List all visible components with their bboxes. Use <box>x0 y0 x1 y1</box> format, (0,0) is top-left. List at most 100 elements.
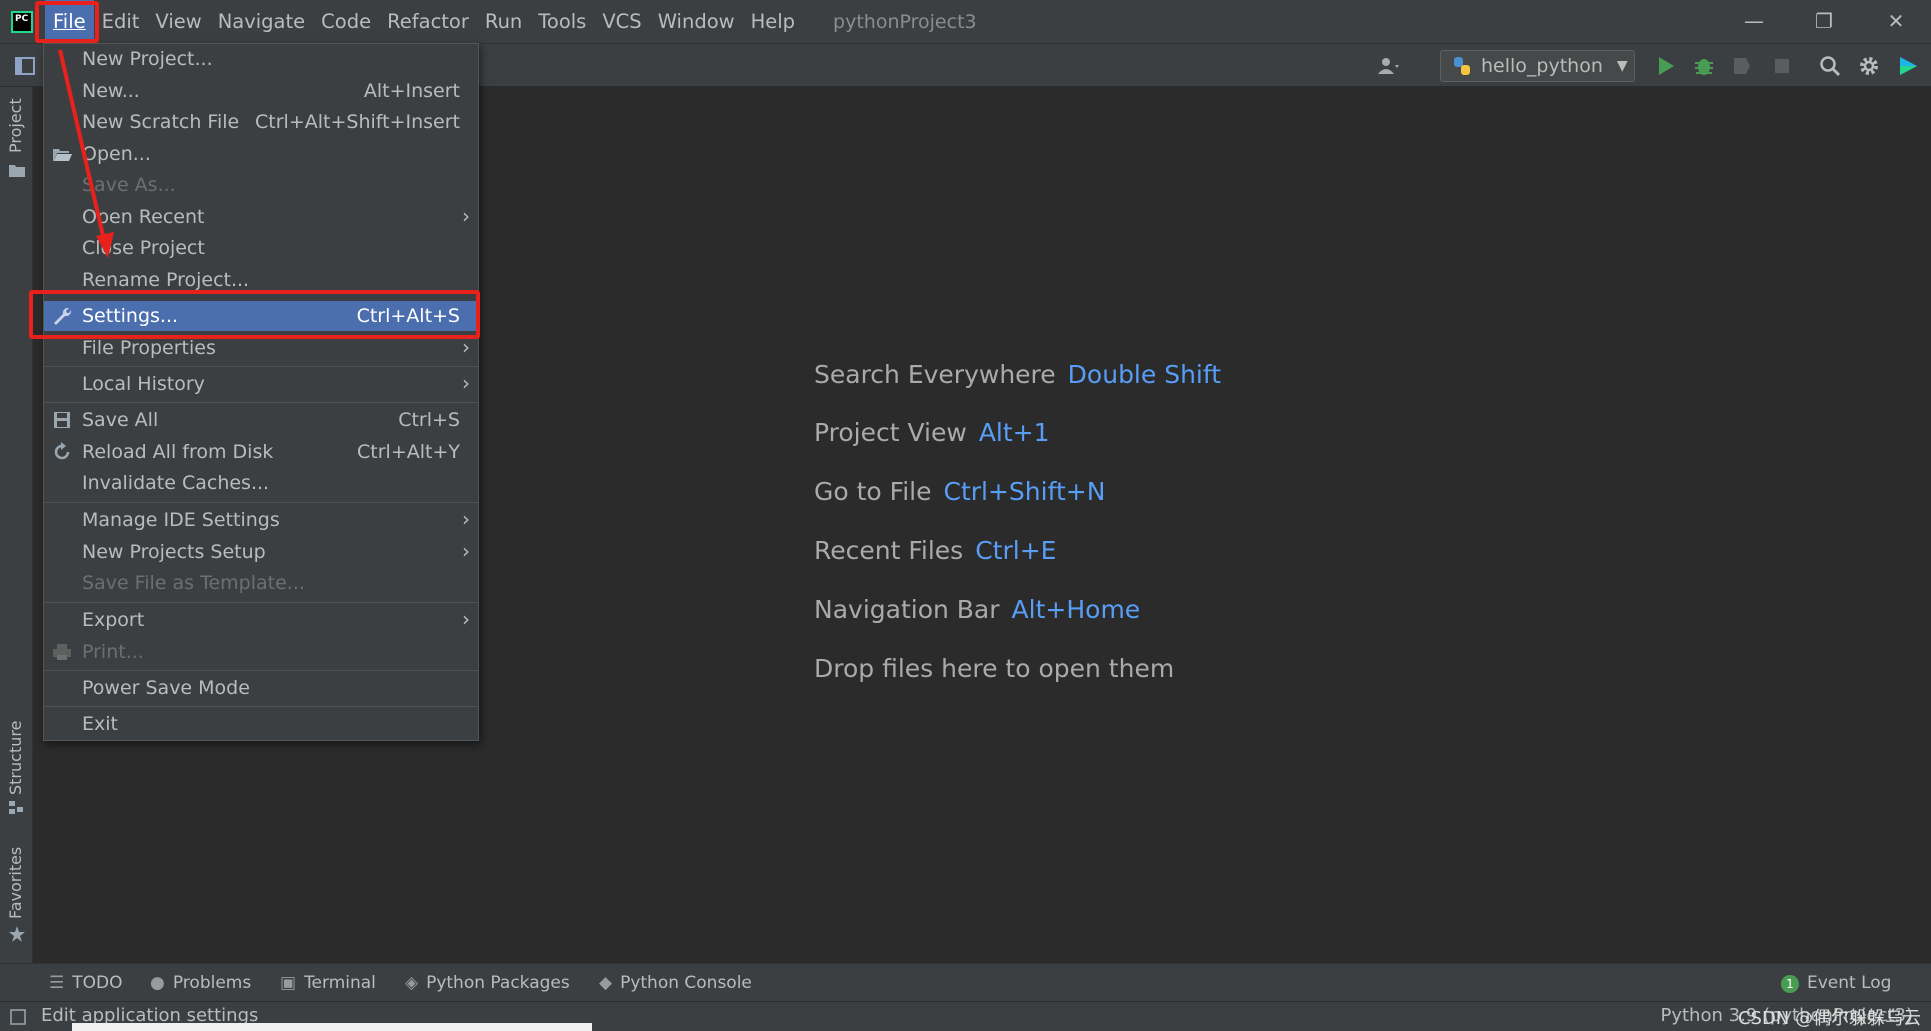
menu-item-label: File Properties <box>82 337 216 359</box>
layers-icon: ◈ <box>405 973 419 993</box>
gear-icon[interactable] <box>1857 54 1881 78</box>
menu-item-label: Power Save Mode <box>82 677 250 699</box>
list-icon: ☰ <box>49 973 65 993</box>
search-icon[interactable] <box>1818 54 1842 78</box>
menu-edit[interactable]: Edit <box>94 0 148 43</box>
menu-item-label: Save File as Template... <box>82 572 305 594</box>
title-bar: PC File Edit View Navigate Code Refactor… <box>0 0 1931 43</box>
menu-item-new[interactable]: New... Alt+Insert <box>44 76 478 106</box>
menu-vcs[interactable]: VCS <box>594 0 649 43</box>
menu-item-shortcut: Ctrl+S <box>398 409 460 431</box>
menu-item-close-project[interactable]: Close Project <box>44 233 478 263</box>
tool-event-log[interactable]: 1 Event Log <box>1781 973 1891 993</box>
menu-item-invalidate-caches[interactable]: Invalidate Caches... <box>44 468 478 498</box>
menu-help[interactable]: Help <box>743 0 803 43</box>
chevron-right-icon: › <box>462 539 470 563</box>
chevron-right-icon: › <box>462 371 470 395</box>
menu-item-local-history[interactable]: Local History › <box>44 369 478 399</box>
tool-label: Python Packages <box>426 973 570 993</box>
hint-shortcut: Alt+1 <box>978 418 1050 447</box>
tool-label: Terminal <box>304 973 376 993</box>
code-with-me-icon[interactable] <box>1896 54 1920 78</box>
user-account-icon[interactable] <box>1376 54 1400 78</box>
menu-item-label: Close Project <box>82 237 205 259</box>
menu-item-shortcut: Ctrl+Alt+Y <box>357 441 460 463</box>
tool-label: Event Log <box>1807 973 1892 993</box>
menu-item-label: Exit <box>82 713 118 735</box>
stop-icon[interactable] <box>1770 54 1794 78</box>
run-configuration-select[interactable]: hello_python ▼ <box>1440 50 1635 82</box>
status-toggle-icon[interactable] <box>10 1009 26 1025</box>
menu-item-exit[interactable]: Exit <box>44 709 478 739</box>
tool-label: Problems <box>172 973 252 993</box>
menu-run[interactable]: Run <box>477 0 530 43</box>
coverage-icon[interactable] <box>1730 54 1754 78</box>
hint-go-to-file: Go to File Ctrl+Shift+N <box>814 477 1105 506</box>
printer-icon <box>53 644 71 660</box>
menu-item-reload-all[interactable]: Reload All from Disk Ctrl+Alt+Y <box>44 437 478 467</box>
hint-label: Search Everywhere <box>814 360 1056 389</box>
menu-separator <box>44 670 478 671</box>
close-button[interactable]: ✕ <box>1866 0 1926 43</box>
tool-todo[interactable]: ☰ TODO <box>49 973 123 993</box>
menu-item-open-recent[interactable]: Open Recent › <box>44 202 478 232</box>
menu-item-label: Local History <box>82 373 205 395</box>
hint-search-everywhere: Search Everywhere Double Shift <box>814 360 1221 389</box>
tool-problems[interactable]: ● Problems <box>150 973 251 993</box>
folder-icon <box>9 165 25 177</box>
menu-item-new-project[interactable]: New Project... <box>44 44 478 74</box>
python-icon <box>1454 57 1470 75</box>
menu-item-label: New Scratch File <box>82 111 240 133</box>
menu-item-label: Reload All from Disk <box>82 441 274 463</box>
menu-code[interactable]: Code <box>313 0 379 43</box>
menu-separator <box>44 706 478 707</box>
restore-button[interactable]: ❐ <box>1794 0 1854 43</box>
menu-tools[interactable]: Tools <box>530 0 594 43</box>
run-icon[interactable] <box>1654 54 1678 78</box>
menu-window[interactable]: Window <box>650 0 743 43</box>
hint-label: Project View <box>814 418 967 447</box>
menu-item-label: New... <box>82 80 140 102</box>
menu-item-manage-ide-settings[interactable]: Manage IDE Settings › <box>44 505 478 535</box>
menu-item-label: Open Recent <box>82 206 205 228</box>
tab-project[interactable]: Project <box>6 98 25 153</box>
open-folder-icon <box>53 149 72 161</box>
menu-item-save-all[interactable]: Save All Ctrl+S <box>44 405 478 435</box>
menu-item-power-save-mode[interactable]: Power Save Mode <box>44 673 478 703</box>
menu-item-open[interactable]: Open... <box>44 139 478 169</box>
menu-navigate[interactable]: Navigate <box>210 0 313 43</box>
hint-recent-files: Recent Files Ctrl+E <box>814 536 1056 565</box>
tool-terminal[interactable]: ▣ Terminal <box>280 973 376 993</box>
hint-drop-files: Drop files here to open them <box>814 654 1174 683</box>
menu-item-export[interactable]: Export › <box>44 605 478 635</box>
tab-favorites[interactable]: Favorites <box>6 847 25 919</box>
left-tool-strip: Project Structure Favorites <box>0 87 33 963</box>
tool-python-packages[interactable]: ◈ Python Packages <box>405 973 570 993</box>
menu-item-label: New Projects Setup <box>82 541 266 563</box>
hint-shortcut: Alt+Home <box>1011 595 1141 624</box>
file-menu-highlight <box>35 1 99 43</box>
chevron-right-icon: › <box>462 607 470 631</box>
watermark: CSDN @偶尔躲躲乌云 <box>1737 1008 1921 1029</box>
sidebar-toggle-icon[interactable] <box>13 54 37 78</box>
debug-icon[interactable] <box>1692 54 1716 78</box>
save-icon <box>54 412 70 428</box>
menu-item-save-file-as-template: Save File as Template... <box>44 568 478 598</box>
tab-structure[interactable]: Structure <box>6 721 25 795</box>
menu-item-label: Export <box>82 609 145 631</box>
menu-item-label: Manage IDE Settings <box>82 509 280 531</box>
hint-shortcut: Ctrl+E <box>975 536 1057 565</box>
minimize-button[interactable]: — <box>1724 0 1784 43</box>
menu-item-new-projects-setup[interactable]: New Projects Setup › <box>44 537 478 567</box>
menu-item-label: Rename Project... <box>82 269 250 291</box>
menu-view[interactable]: View <box>147 0 209 43</box>
menu-refactor[interactable]: Refactor <box>379 0 477 43</box>
menu-separator <box>44 366 478 367</box>
refresh-icon <box>54 442 70 460</box>
tool-python-console[interactable]: ◆ Python Console <box>599 973 752 993</box>
menu-item-new-scratch-file[interactable]: New Scratch File Ctrl+Alt+Shift+Insert <box>44 107 478 137</box>
star-icon <box>9 926 25 942</box>
menu-item-save-as: Save As... <box>44 170 478 200</box>
tool-label: TODO <box>72 973 123 993</box>
window-title: pythonProject3 <box>833 10 977 33</box>
